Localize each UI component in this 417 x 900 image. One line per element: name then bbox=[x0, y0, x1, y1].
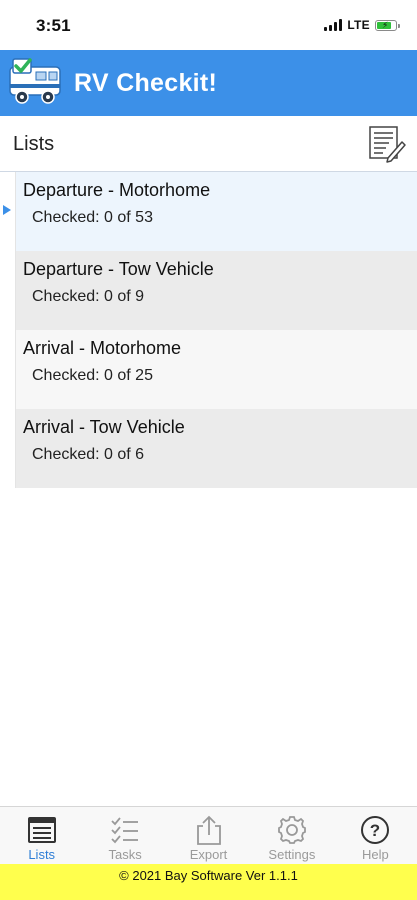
tab-label: Help bbox=[361, 847, 389, 862]
checklist-list: Departure - Motorhome Checked: 0 of 53 D… bbox=[0, 172, 417, 488]
list-item-name: Departure - Tow Vehicle bbox=[23, 259, 214, 279]
status-time: 3:51 bbox=[36, 16, 71, 35]
footer-copyright: © 2021 Bay Software Ver 1.1.1 bbox=[0, 864, 417, 888]
tab-lists[interactable]: Lists bbox=[0, 807, 83, 864]
home-indicator-area bbox=[0, 888, 417, 900]
list-item-count: Checked: 0 of 53 bbox=[32, 209, 153, 226]
app-header: RV Checkit! bbox=[0, 50, 417, 116]
list-item-count: Checked: 0 of 9 bbox=[32, 288, 145, 305]
tab-bar: Lists Tasks Export Settings ? Help bbox=[0, 806, 417, 864]
lists-section-bar: Lists bbox=[0, 116, 417, 172]
help-icon: ? bbox=[361, 816, 390, 844]
status-bar: 3:51 LTE ⚡ bbox=[0, 0, 417, 50]
list-item-name: Arrival - Motorhome bbox=[23, 338, 182, 358]
signal-icon bbox=[324, 19, 343, 31]
tab-label: Export bbox=[189, 847, 228, 862]
export-icon bbox=[196, 815, 221, 845]
tasks-icon bbox=[111, 817, 139, 844]
lists-icon bbox=[27, 817, 56, 843]
gear-icon bbox=[278, 816, 306, 844]
list-item-name: Departure - Motorhome bbox=[23, 180, 211, 200]
network-type: LTE bbox=[347, 18, 370, 32]
tab-export[interactable]: Export bbox=[167, 807, 250, 864]
svg-text:?: ? bbox=[370, 821, 380, 840]
tab-settings[interactable]: Settings bbox=[250, 807, 333, 864]
tab-label: Tasks bbox=[108, 847, 142, 862]
app-title: RV Checkit! bbox=[74, 69, 218, 97]
list-item[interactable]: Arrival - Motorhome Checked: 0 of 25 bbox=[0, 330, 417, 409]
list-item-count: Checked: 0 of 6 bbox=[32, 446, 145, 463]
section-title: Lists bbox=[13, 133, 55, 155]
battery-icon: ⚡ bbox=[375, 19, 400, 31]
status-indicators: LTE ⚡ bbox=[324, 18, 400, 32]
rv-logo-icon bbox=[9, 58, 61, 104]
tab-help[interactable]: ? Help bbox=[334, 807, 417, 864]
app-root: 3:51 LTE ⚡ RV Checkit! Lists Departure -… bbox=[0, 0, 417, 900]
list-item-name: Arrival - Tow Vehicle bbox=[23, 417, 185, 437]
selected-marker-icon bbox=[3, 205, 11, 215]
tab-tasks[interactable]: Tasks bbox=[83, 807, 166, 864]
tab-label: Lists bbox=[28, 847, 56, 862]
list-item-count: Checked: 0 of 25 bbox=[32, 367, 153, 384]
list-item[interactable]: Departure - Tow Vehicle Checked: 0 of 9 bbox=[0, 251, 417, 330]
charging-bolt-icon: ⚡ bbox=[382, 19, 389, 30]
list-item[interactable]: Departure - Motorhome Checked: 0 of 53 bbox=[0, 172, 417, 251]
edit-list-icon[interactable] bbox=[367, 124, 407, 164]
list-item[interactable]: Arrival - Tow Vehicle Checked: 0 of 6 bbox=[0, 409, 417, 488]
tab-label: Settings bbox=[268, 847, 316, 862]
